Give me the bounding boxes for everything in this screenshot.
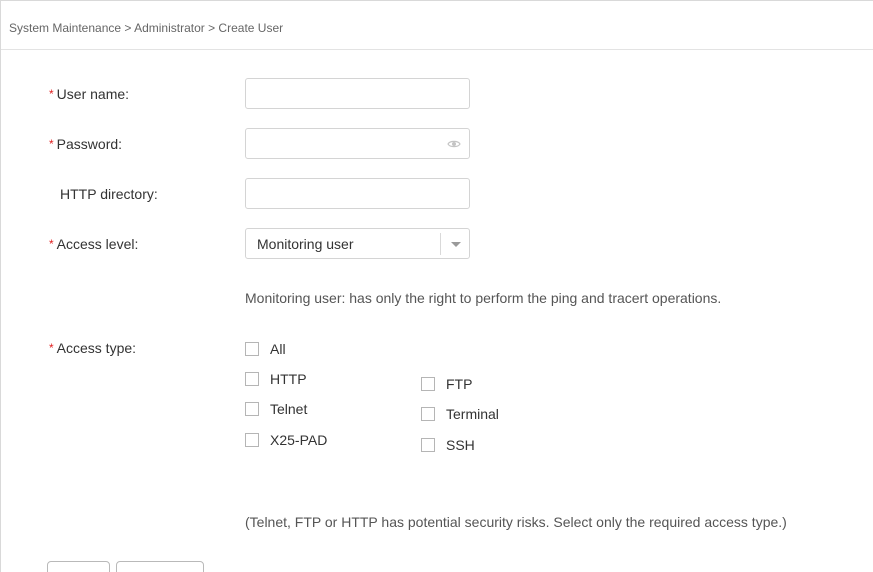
checkbox-telnet[interactable]: Telnet bbox=[245, 401, 307, 417]
required-mark: * bbox=[49, 137, 54, 151]
access-level-label: * Access level: bbox=[49, 236, 139, 252]
checkbox-terminal[interactable]: Terminal bbox=[421, 406, 499, 422]
password-field[interactable] bbox=[245, 128, 470, 159]
checkbox-box[interactable] bbox=[245, 372, 259, 386]
checkbox-box[interactable] bbox=[245, 433, 259, 447]
breadcrumb: System Maintenance > Administrator > Cre… bbox=[9, 21, 284, 35]
username-input[interactable] bbox=[246, 79, 469, 108]
chevron-down-icon[interactable] bbox=[451, 242, 461, 247]
checkbox-all[interactable]: All bbox=[245, 341, 286, 357]
eye-icon[interactable] bbox=[447, 138, 461, 150]
username-field[interactable] bbox=[245, 78, 470, 109]
required-mark: * bbox=[49, 341, 54, 355]
checkbox-x25pad[interactable]: X25-PAD bbox=[245, 432, 327, 448]
required-mark: * bbox=[49, 237, 54, 251]
checkbox-http[interactable]: HTTP bbox=[245, 371, 307, 387]
select-separator bbox=[440, 233, 441, 255]
checkbox-ssh[interactable]: SSH bbox=[421, 437, 475, 453]
password-label: * Password: bbox=[49, 136, 123, 152]
checkbox-ftp[interactable]: FTP bbox=[421, 376, 472, 392]
checkbox-box[interactable] bbox=[245, 402, 259, 416]
access-type-label: * Access type: bbox=[49, 340, 137, 356]
password-input[interactable] bbox=[246, 129, 469, 158]
checkbox-box[interactable] bbox=[421, 438, 435, 452]
username-label: * User name: bbox=[49, 86, 130, 102]
access-level-value: Monitoring user bbox=[257, 236, 354, 252]
http-directory-input[interactable] bbox=[246, 179, 469, 208]
http-directory-label: HTTP directory: bbox=[60, 186, 158, 202]
access-level-select[interactable]: Monitoring user bbox=[245, 228, 470, 259]
checkbox-box[interactable] bbox=[245, 342, 259, 356]
checkbox-box[interactable] bbox=[421, 407, 435, 421]
required-mark: * bbox=[49, 87, 54, 101]
create-user-page: System Maintenance > Administrator > Cre… bbox=[0, 0, 873, 572]
access-type-note: (Telnet, FTP or HTTP has potential secur… bbox=[245, 514, 787, 530]
header-divider bbox=[1, 49, 873, 50]
cancel-button[interactable]: Cancel bbox=[116, 561, 204, 572]
http-directory-field[interactable] bbox=[245, 178, 470, 209]
access-level-hint: Monitoring user: has only the right to p… bbox=[245, 290, 722, 306]
checkbox-box[interactable] bbox=[421, 377, 435, 391]
ok-button[interactable]: OK bbox=[47, 561, 110, 572]
